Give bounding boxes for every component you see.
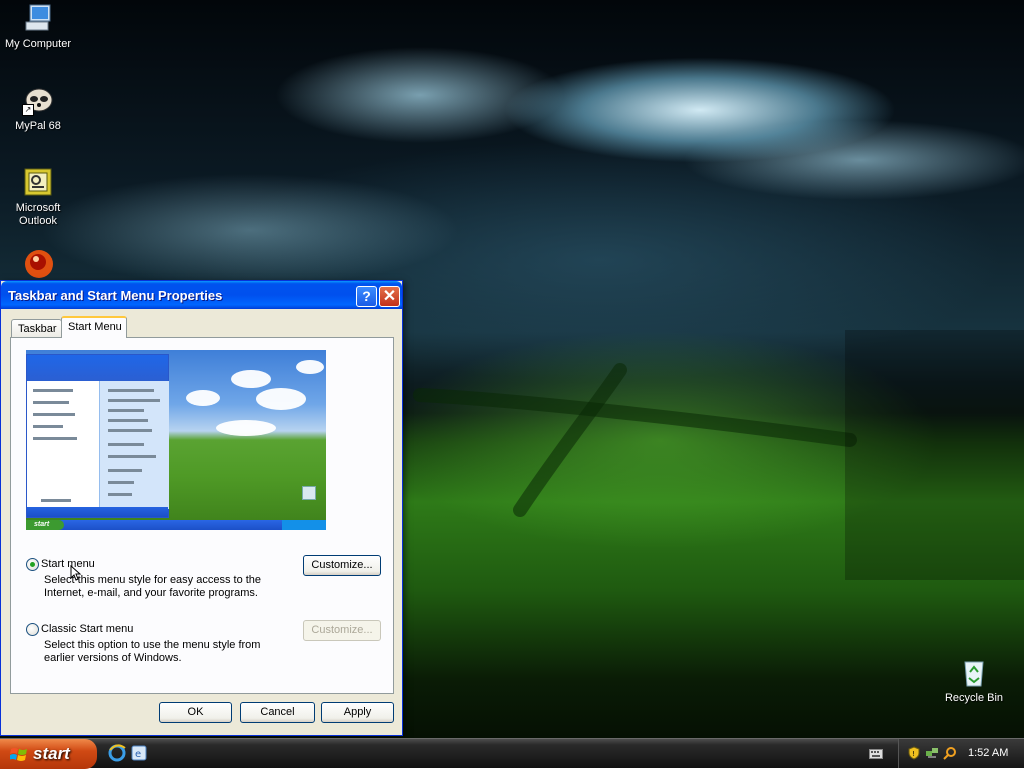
- cancel-button[interactable]: Cancel: [240, 702, 315, 723]
- start-menu-label[interactable]: Start menu: [41, 558, 95, 570]
- customize-classic-menu-button[interactable]: Customize...: [303, 620, 381, 641]
- security-shield-icon[interactable]: !: [907, 746, 921, 760]
- internet-explorer-icon[interactable]: [108, 744, 126, 762]
- my-computer-icon: [22, 2, 54, 34]
- clock[interactable]: 1:52 AM: [968, 747, 1008, 759]
- close-button[interactable]: ✕: [379, 286, 400, 307]
- keyboard-icon[interactable]: [869, 749, 883, 759]
- ok-button[interactable]: OK: [159, 702, 232, 723]
- desktop-icon-label: Microsoft Outlook: [15, 202, 61, 227]
- preview-start-button: start: [26, 520, 64, 530]
- network-icon[interactable]: [925, 746, 939, 760]
- dialog-title: Taskbar and Start Menu Properties: [8, 288, 223, 303]
- start-menu-radio[interactable]: [26, 558, 39, 571]
- start-label: start: [33, 744, 70, 763]
- mypal-icon: ↗: [22, 84, 54, 116]
- help-icon: ?: [362, 288, 371, 304]
- desktop-icon-app[interactable]: [0, 248, 76, 284]
- close-icon: ✕: [382, 288, 397, 305]
- taskbar: start e ! 1:52 AM: [0, 738, 1024, 769]
- desktop-icon-label: Recycle Bin: [944, 692, 1004, 704]
- shortcut-arrow-icon: ↗: [22, 104, 34, 116]
- desktop-icon-label: MyPal 68: [15, 120, 61, 132]
- desktop-icon-outlook[interactable]: Microsoft Outlook: [0, 166, 76, 228]
- system-tray: ! 1:52 AM: [898, 739, 1024, 768]
- desktop-icon-label: My Computer: [4, 38, 72, 50]
- svg-text:!: !: [912, 750, 915, 758]
- apply-button[interactable]: Apply: [321, 702, 394, 723]
- svg-text:e: e: [135, 749, 141, 760]
- classic-start-menu-description: Select this option to use the menu style…: [44, 639, 261, 664]
- desktop-icon-mypal[interactable]: ↗ MyPal 68: [0, 84, 76, 133]
- start-menu-tab-panel: start Start menu Select this menu style …: [10, 337, 394, 694]
- customize-start-menu-button[interactable]: Customize...: [303, 555, 381, 576]
- windows-flag-icon: [10, 748, 27, 761]
- help-button[interactable]: ?: [356, 286, 377, 307]
- preview-recycle-bin-icon: [302, 486, 316, 500]
- recycle-bin-icon: [958, 656, 990, 688]
- outlook-icon: [22, 166, 54, 198]
- preview-taskbar: start: [26, 520, 326, 530]
- preview-start-menu: [26, 354, 169, 518]
- search-icon[interactable]: [943, 746, 957, 760]
- start-button[interactable]: start: [0, 739, 97, 769]
- taskbar-properties-dialog: Taskbar and Start Menu Properties ? ✕ Ta…: [0, 280, 403, 736]
- desktop-icon-recycle-bin[interactable]: Recycle Bin: [936, 656, 1012, 705]
- mouse-cursor-icon: [70, 565, 82, 581]
- tab-start-menu[interactable]: Start Menu: [61, 316, 127, 338]
- tab-taskbar[interactable]: Taskbar: [11, 319, 62, 337]
- classic-start-menu-radio[interactable]: [26, 623, 39, 636]
- dialog-titlebar[interactable]: Taskbar and Start Menu Properties ? ✕: [1, 281, 402, 309]
- classic-start-menu-label[interactable]: Classic Start menu: [41, 623, 133, 635]
- start-menu-preview: start: [26, 350, 326, 530]
- desktop-icon-my-computer[interactable]: My Computer: [0, 2, 76, 51]
- outlook-express-icon[interactable]: e: [130, 744, 148, 762]
- app-shortcut-icon: [22, 248, 54, 280]
